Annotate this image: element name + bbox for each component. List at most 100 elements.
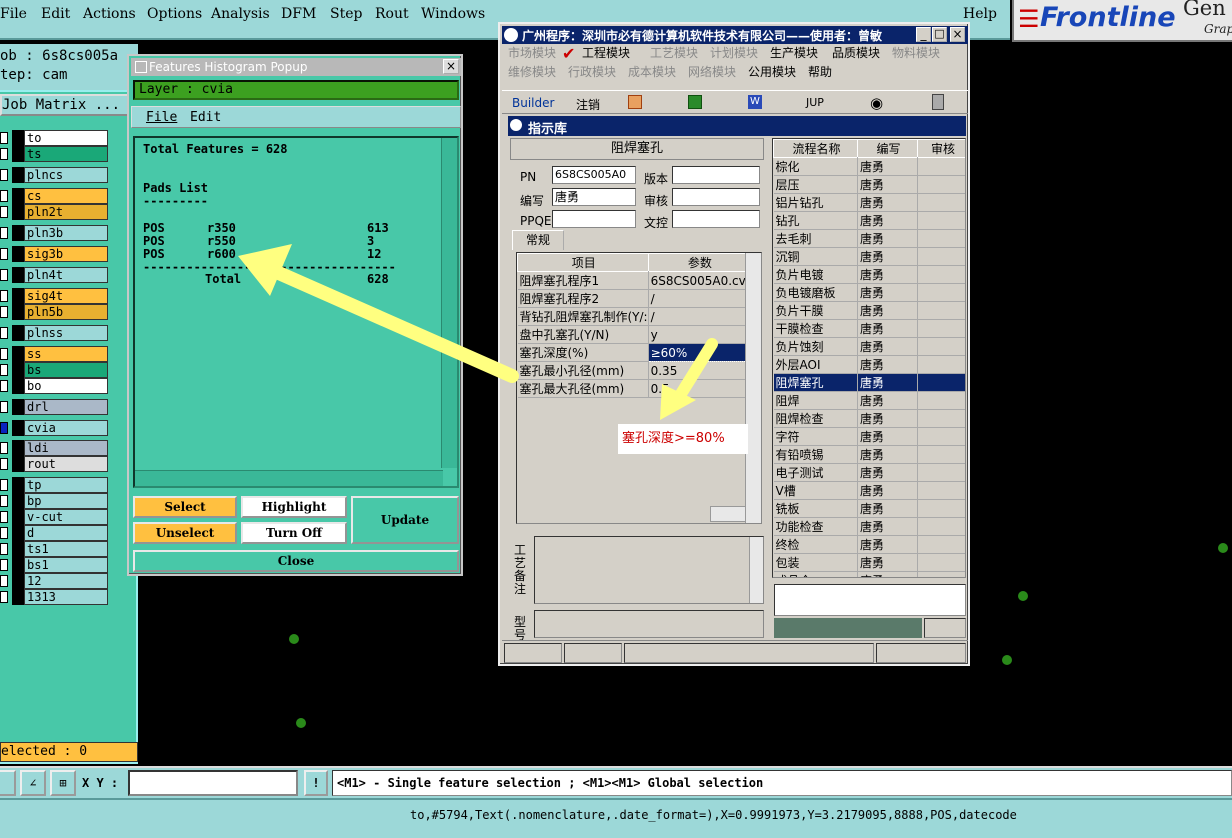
param-row[interactable]: 塞孔最小孔径(mm) 0.35 (517, 361, 751, 380)
layer-checkbox[interactable] (0, 442, 8, 454)
layer-name[interactable]: pln4t (24, 267, 108, 283)
flow-row[interactable]: 成品仓唐勇 (773, 571, 965, 577)
vertical-scrollbar[interactable] (441, 138, 457, 468)
flow-row[interactable]: 钻孔 唐勇 (773, 211, 965, 230)
menu-analysis[interactable]: Analysis (211, 6, 270, 22)
powerpoint-icon[interactable] (628, 95, 642, 109)
layer-checkbox[interactable] (0, 543, 8, 555)
layer-row[interactable]: sig4t (0, 288, 138, 304)
layer-checkbox[interactable] (0, 591, 8, 603)
layer-name[interactable]: 1313 (24, 589, 108, 605)
zoom-icon[interactable] (0, 770, 16, 796)
excel-icon[interactable] (688, 95, 702, 109)
job-matrix-button[interactable]: Job Matrix ... (0, 94, 132, 116)
flow-row[interactable]: 功能检查 唐勇 (773, 517, 965, 536)
layer-row[interactable]: to (0, 130, 138, 146)
flow-note-field[interactable] (774, 584, 966, 616)
pn-field[interactable]: 6S8CS005A0 (552, 166, 636, 184)
layer-name[interactable]: ss (24, 346, 108, 362)
param-row[interactable]: 塞孔最大孔径(mm) 0.5 (517, 379, 751, 398)
param-row[interactable]: 塞孔深度(%) ≥60% (517, 343, 751, 362)
highlight-button[interactable]: Highlight (241, 496, 347, 518)
param-value[interactable]: y (648, 325, 751, 344)
layer-row[interactable]: ss (0, 346, 138, 362)
layer-row[interactable]: ldi (0, 440, 138, 456)
layer-name[interactable]: pln2t (24, 204, 108, 220)
layer-row[interactable]: ts1 (0, 541, 138, 557)
erp-titlebar[interactable]: 广州程序：深圳市必有德计算机软件技术有限公司——使用者：曾敏 _ □ × (502, 26, 968, 44)
param-row[interactable]: 阻焊塞孔程序1 6S8CS005A0.cvi (517, 271, 751, 290)
remark-scrollbar[interactable] (749, 537, 763, 603)
layer-checkbox[interactable] (0, 364, 8, 376)
layer-name[interactable]: v-cut (24, 509, 108, 525)
remark-area[interactable] (534, 536, 764, 604)
layer-row[interactable]: 12 (0, 573, 138, 589)
module-menu-item[interactable]: 公用模块 (748, 63, 796, 80)
unselect-button[interactable]: Unselect (133, 522, 237, 544)
layer-row[interactable]: d (0, 525, 138, 541)
param-value[interactable]: / (648, 289, 751, 308)
params-scrollbar[interactable] (745, 253, 761, 523)
layer-name[interactable]: 12 (24, 573, 108, 589)
layer-checkbox[interactable] (0, 148, 8, 160)
layer-name[interactable]: bs1 (24, 557, 108, 573)
param-row[interactable]: 阻焊塞孔程序2/ (517, 289, 751, 308)
param-value[interactable]: 6S8CS005A0.cvi (648, 271, 751, 290)
layer-row[interactable]: cs (0, 188, 138, 204)
layer-checkbox[interactable] (0, 511, 8, 523)
layer-row[interactable]: bs (0, 362, 138, 378)
layer-name[interactable]: bo (24, 378, 108, 394)
flow-row[interactable]: 阻焊 唐勇 (773, 391, 965, 410)
flow-row[interactable]: 字符 唐勇 (773, 427, 965, 446)
flow-row[interactable]: 电子测试 唐勇 (773, 463, 965, 482)
measure-icon[interactable]: ∠ (20, 770, 46, 796)
turn-off-button[interactable]: Turn Off (241, 522, 347, 544)
layer-name[interactable]: plncs (24, 167, 108, 183)
menu-windows[interactable]: Windows (421, 6, 485, 22)
builder-button[interactable]: Builder (512, 96, 554, 110)
jup-button[interactable]: JUP (806, 96, 824, 109)
layer-row[interactable]: pln3b (0, 225, 138, 241)
layer-checkbox[interactable] (0, 190, 8, 202)
layer-row[interactable]: plnss (0, 325, 138, 341)
popup-titlebar[interactable]: Features Histogram Popup × (131, 58, 461, 76)
layer-name[interactable]: cs (24, 188, 108, 204)
layer-name[interactable]: rout (24, 456, 108, 472)
type-area[interactable] (534, 610, 764, 638)
layer-checkbox[interactable] (0, 327, 8, 339)
flow-row[interactable]: 终检 唐勇 (773, 535, 965, 554)
layer-checkbox[interactable] (0, 527, 8, 539)
layer-checkbox[interactable] (0, 348, 8, 360)
popup-menu-edit[interactable]: Edit (190, 110, 221, 125)
layer-checkbox[interactable] (0, 559, 8, 571)
layer-row[interactable]: v-cut (0, 509, 138, 525)
layer-row[interactable]: pln2t (0, 204, 138, 220)
layer-name[interactable]: cvia (24, 420, 108, 436)
menu-file[interactable]: File (0, 6, 27, 22)
flow-row[interactable]: 负片干膜 唐勇 (773, 301, 965, 320)
layer-row[interactable]: pln5b (0, 304, 138, 320)
flow-row[interactable]: 沉铜 唐勇 (773, 247, 965, 266)
horizontal-scrollbar[interactable] (135, 470, 443, 486)
layer-name[interactable]: ts (24, 146, 108, 162)
layer-checkbox[interactable] (0, 169, 8, 181)
menu-actions[interactable]: Actions (83, 6, 136, 22)
param-value[interactable]: / (648, 307, 751, 326)
flow-row[interactable]: 铝片钻孔 唐勇 (773, 193, 965, 212)
layer-checkbox[interactable] (0, 380, 8, 392)
author-field[interactable]: 唐勇 (552, 188, 636, 206)
layer-row[interactable]: rout (0, 456, 138, 472)
layer-name[interactable]: ts1 (24, 541, 108, 557)
layer-name[interactable]: d (24, 525, 108, 541)
layer-checkbox[interactable] (0, 206, 8, 218)
layer-row[interactable]: 1313 (0, 589, 138, 605)
params-hscroll[interactable] (710, 506, 746, 522)
param-value[interactable]: 0.35 (648, 361, 751, 380)
select-button[interactable]: Select (133, 496, 237, 518)
eye-icon[interactable]: ◉ (870, 94, 883, 112)
flow-row[interactable]: 阻焊塞孔 唐勇 (773, 373, 965, 392)
flow-row[interactable]: 干膜检查 唐勇 (773, 319, 965, 338)
layer-checkbox[interactable] (0, 306, 8, 318)
layer-checkbox[interactable] (0, 458, 8, 470)
param-value[interactable]: ≥60% (647, 343, 751, 362)
